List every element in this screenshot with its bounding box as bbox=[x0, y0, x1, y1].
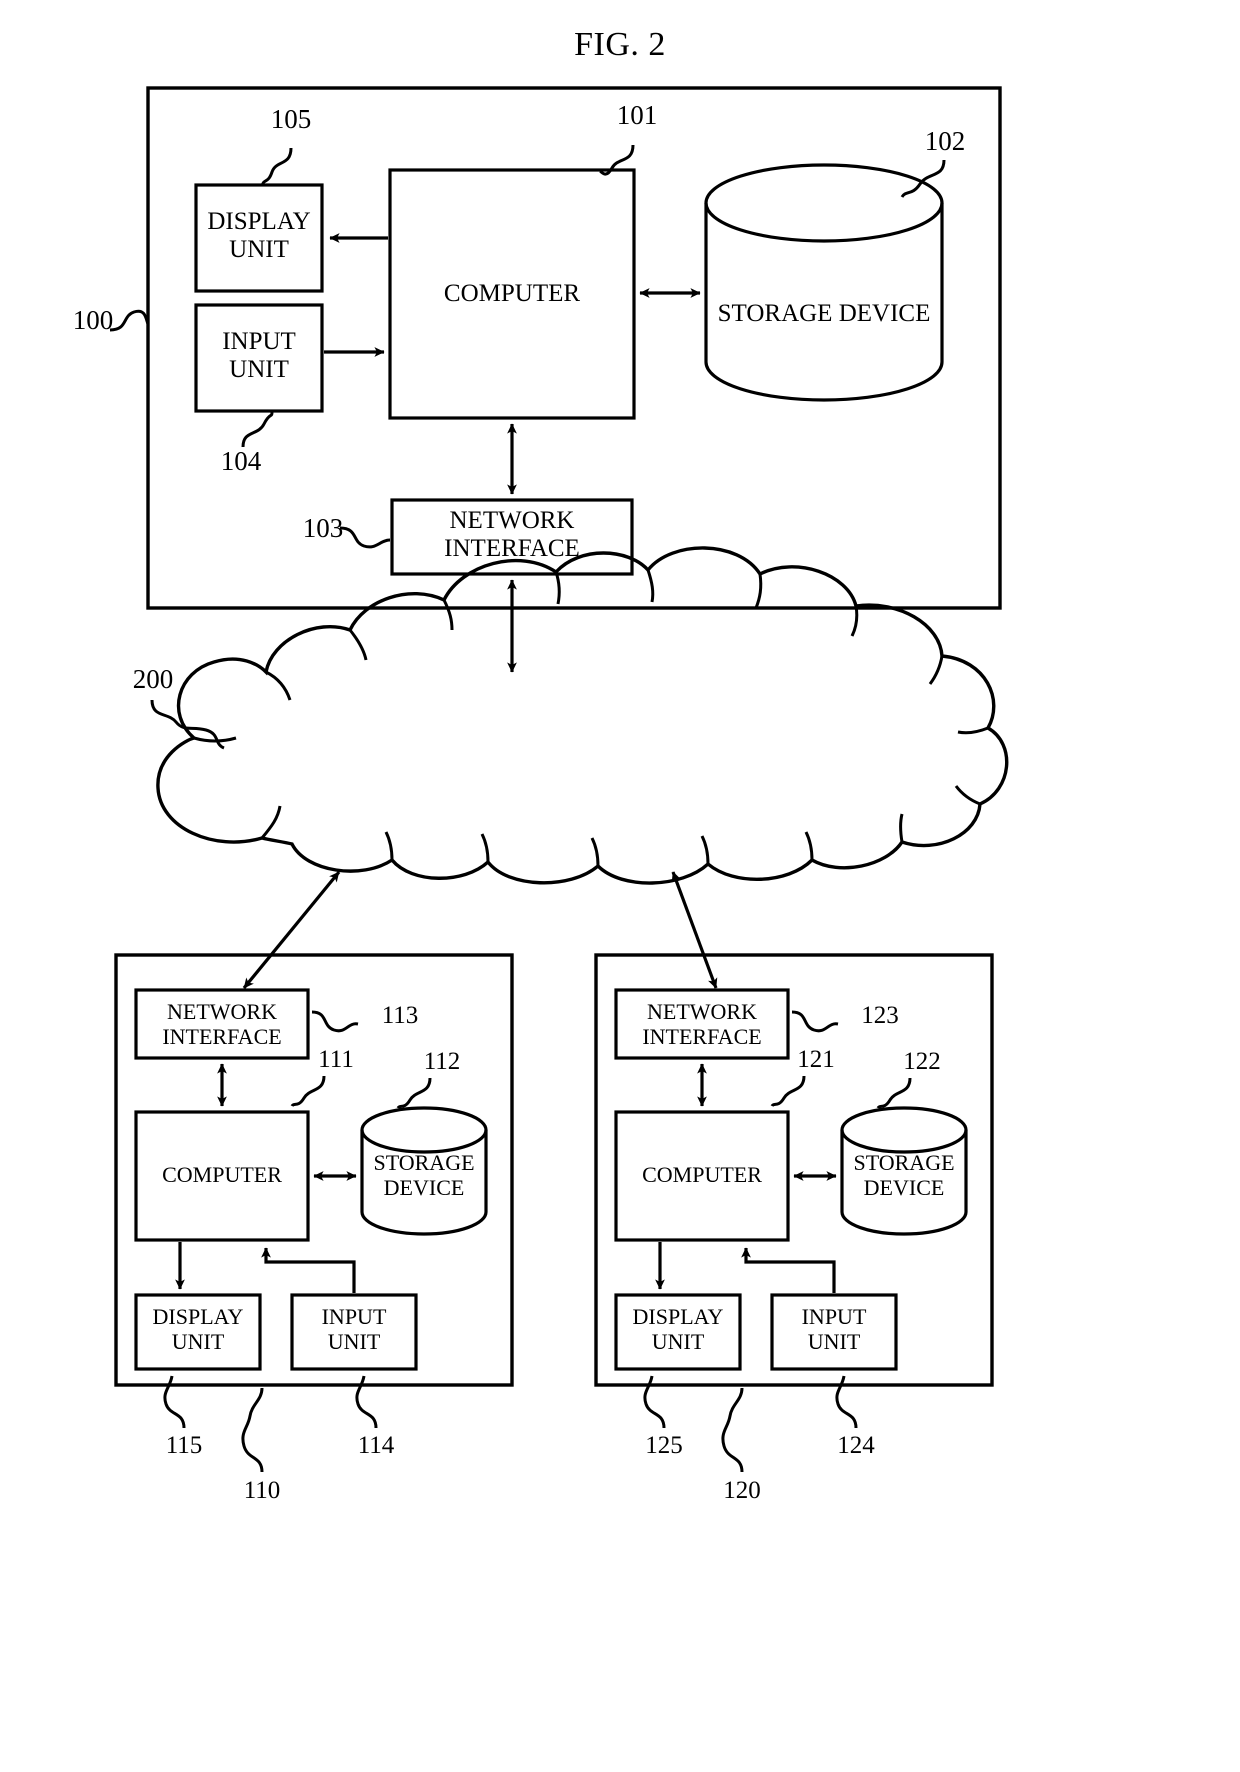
ref-123-network-interface-label: 123 bbox=[861, 1002, 899, 1029]
ref-111-computer-label: 111 bbox=[318, 1046, 354, 1073]
ref-121-computer-label: 121 bbox=[797, 1046, 835, 1073]
ref-113-network-interface-label: 113 bbox=[381, 1002, 419, 1029]
terminal120-display-unit-box: DISPLAY UNIT bbox=[632, 1304, 724, 1354]
ref-101-computer-label: 101 bbox=[616, 100, 658, 130]
ref-115-display-label: 115 bbox=[165, 1432, 203, 1459]
ref-124-input-label: 124 bbox=[837, 1432, 875, 1459]
patent-figure-2: FIG. 2 105 101 102 100 104 103 DISPLAY U… bbox=[0, 0, 1240, 1772]
terminal110-storage-device-cylinder: STORAGE DEVICE bbox=[373, 1150, 475, 1200]
ref-103-network-interface-label: 103 bbox=[302, 513, 344, 543]
ref-104-input-label: 104 bbox=[220, 446, 262, 476]
ref-120-terminal-label: 120 bbox=[723, 1477, 761, 1504]
ref-200-network-label: 200 bbox=[132, 664, 174, 694]
system-input-unit-box: INPUT UNIT bbox=[222, 328, 296, 383]
terminal110-computer-box: COMPUTER bbox=[162, 1162, 282, 1187]
ref-110-terminal-label: 110 bbox=[243, 1477, 281, 1504]
ref-114-input-label: 114 bbox=[357, 1432, 395, 1459]
terminal110-input-unit-box: INPUT UNIT bbox=[321, 1304, 387, 1354]
terminal120-network-interface-box: NETWORK INTERFACE bbox=[642, 999, 762, 1049]
diagram-geometry bbox=[109, 86, 1009, 1473]
system-display-unit-box: DISPLAY UNIT bbox=[207, 208, 311, 263]
terminal120-computer-box: COMPUTER bbox=[642, 1162, 762, 1187]
terminal120-input-unit-box: INPUT UNIT bbox=[801, 1304, 867, 1354]
terminal110-display-unit-box: DISPLAY UNIT bbox=[152, 1304, 244, 1354]
ref-100-enclosure-label: 100 bbox=[72, 305, 114, 335]
system-storage-device-cylinder: STORAGE DEVICE bbox=[717, 300, 931, 327]
system-network-interface-box: NETWORK INTERFACE bbox=[444, 507, 580, 562]
terminal120-storage-device-cylinder: STORAGE DEVICE bbox=[853, 1150, 955, 1200]
terminal110-network-interface-box: NETWORK INTERFACE bbox=[162, 999, 282, 1049]
ref-100-system-label: 105 bbox=[270, 104, 312, 134]
system-computer-box: COMPUTER bbox=[443, 280, 581, 307]
ref-112-storage-label: 112 bbox=[423, 1048, 461, 1075]
ref-102-storage-label: 102 bbox=[924, 126, 966, 156]
ref-122-storage-label: 122 bbox=[903, 1048, 941, 1075]
ref-125-display-label: 125 bbox=[645, 1432, 683, 1459]
